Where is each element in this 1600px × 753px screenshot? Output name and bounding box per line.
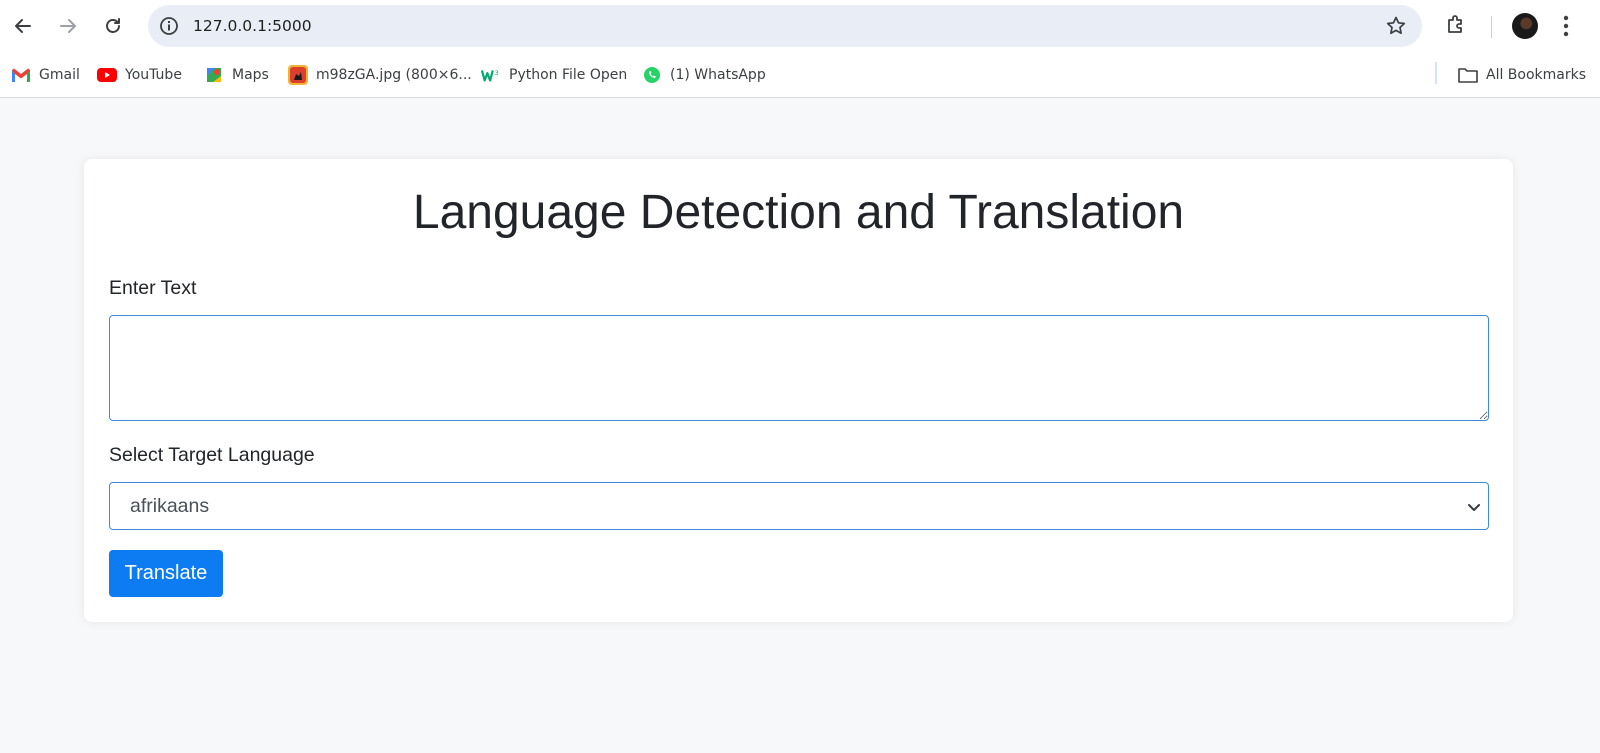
selected-language: afrikaans <box>130 495 210 517</box>
address-bar[interactable]: 127.0.0.1:5000 <box>148 5 1422 47</box>
bookmark-label: YouTube <box>125 67 182 83</box>
forward-arrow-icon <box>60 19 76 33</box>
w3schools-icon: 3 <box>481 66 501 84</box>
bookmark-star-icon[interactable] <box>1384 14 1408 38</box>
folder-icon <box>1458 66 1478 84</box>
bookmark-label: Gmail <box>39 67 80 83</box>
all-bookmarks-button[interactable]: All Bookmarks <box>1458 64 1586 86</box>
target-language-select[interactable]: afrikaans <box>109 482 1489 530</box>
bookmark-whatsapp[interactable]: (1) WhatsApp <box>642 64 766 86</box>
image-favicon <box>288 65 308 85</box>
maps-icon <box>204 66 224 84</box>
bookmarks-divider <box>1435 62 1437 84</box>
youtube-icon <box>97 66 117 84</box>
whatsapp-icon <box>642 66 662 84</box>
translate-button[interactable]: Translate <box>109 550 223 597</box>
bookmark-gmail[interactable]: Gmail <box>11 64 80 86</box>
bookmark-maps[interactable]: Maps <box>204 64 269 86</box>
extensions-puzzle-icon[interactable] <box>1444 12 1468 36</box>
browser-toolbar: 127.0.0.1:5000 <box>0 0 1600 52</box>
bookmark-label: (1) WhatsApp <box>670 67 766 83</box>
bookmarks-bar: Gmail YouTube Maps m98zGA.jpg (800×6... … <box>0 52 1600 98</box>
text-input[interactable] <box>109 315 1489 421</box>
back-arrow-icon <box>15 19 31 33</box>
svg-text:3: 3 <box>495 70 499 77</box>
toolbar-divider <box>1491 16 1492 38</box>
bookmark-python-file-open[interactable]: 3 Python File Open <box>481 64 627 86</box>
all-bookmarks-label: All Bookmarks <box>1486 67 1587 83</box>
bookmark-label: m98zGA.jpg (800×6... <box>316 67 472 83</box>
page-title: Language Detection and Translation <box>412 186 1185 239</box>
gmail-icon <box>11 66 31 84</box>
target-language-label: Select Target Language <box>109 444 315 466</box>
url-text[interactable]: 127.0.0.1:5000 <box>193 17 312 35</box>
site-info-icon[interactable] <box>158 15 180 37</box>
reload-icon <box>106 18 120 33</box>
profile-avatar[interactable] <box>1512 13 1538 39</box>
forward-button[interactable] <box>51 9 85 43</box>
translation-card: Language Detection and Translation Enter… <box>84 159 1513 622</box>
enter-text-label: Enter Text <box>109 277 197 299</box>
bookmark-image[interactable]: m98zGA.jpg (800×6... <box>288 64 472 86</box>
more-menu-icon[interactable] <box>1562 14 1570 38</box>
bookmark-label: Maps <box>232 67 269 83</box>
back-button[interactable] <box>6 9 40 43</box>
chevron-down-icon <box>1468 504 1480 511</box>
bookmark-youtube[interactable]: YouTube <box>97 64 182 86</box>
bookmark-label: Python File Open <box>509 67 628 83</box>
reload-button[interactable] <box>96 9 130 43</box>
